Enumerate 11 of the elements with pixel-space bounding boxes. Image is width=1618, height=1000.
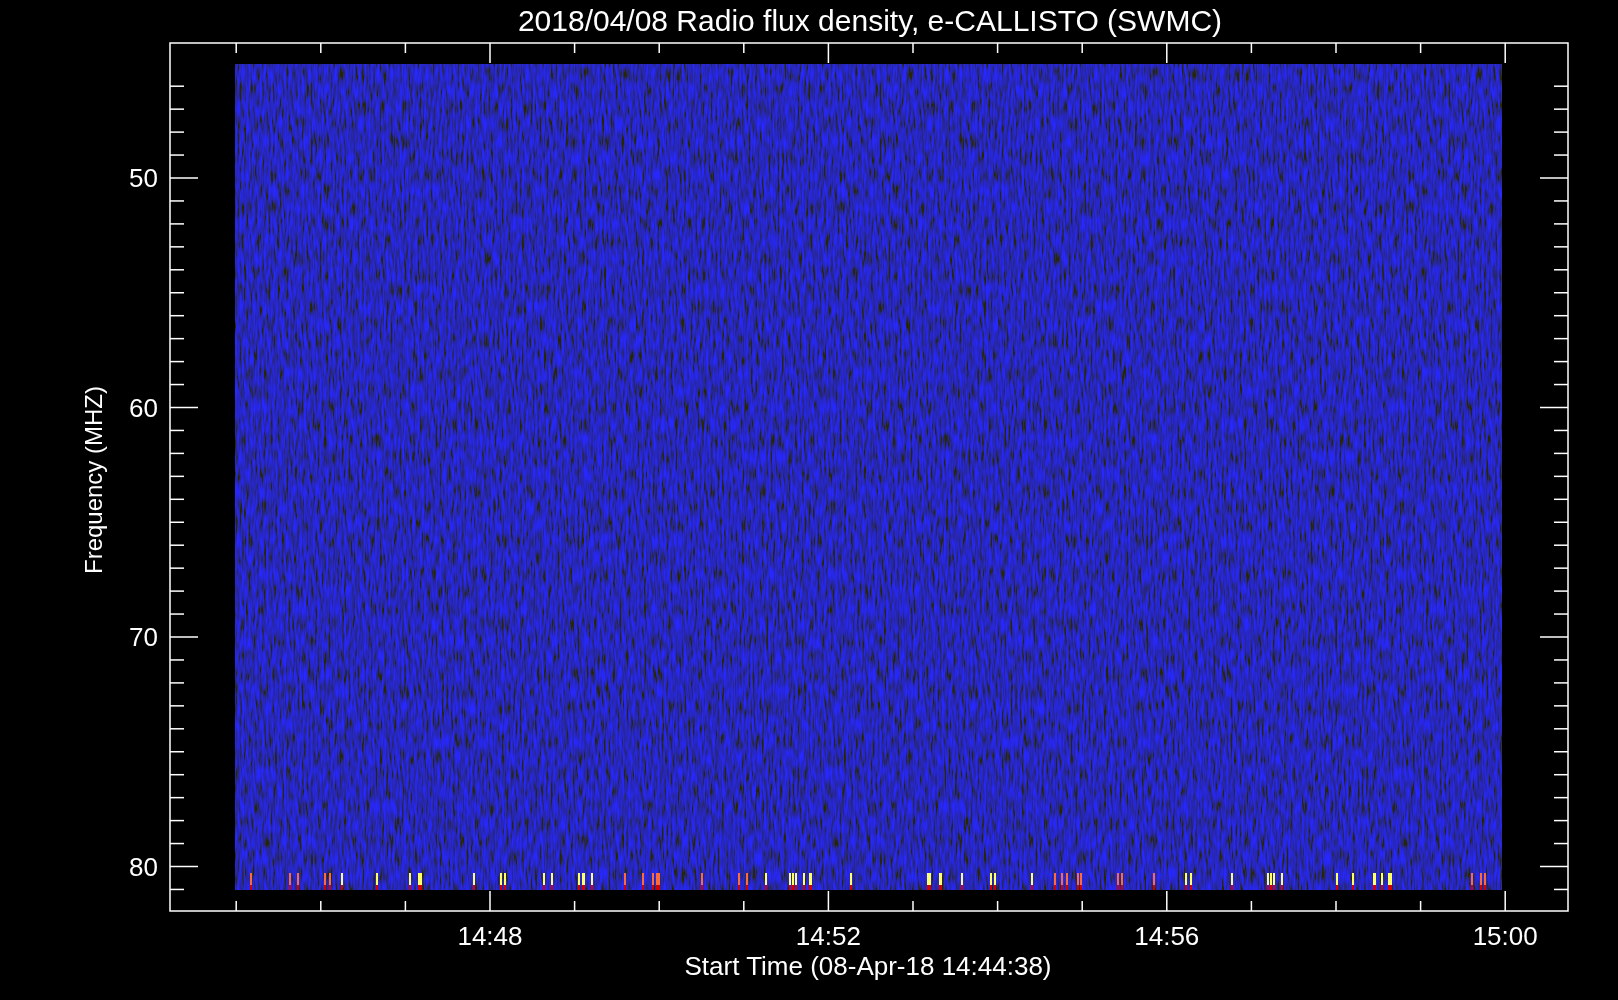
- y-tick-label: 70: [129, 622, 158, 652]
- y-tick-label: 80: [129, 851, 158, 882]
- x-tick-label: 14:48: [457, 921, 523, 951]
- x-tick-label: 14:52: [795, 921, 861, 951]
- x-axis-label: Start Time (08-Apr-18 14:44:38): [684, 951, 1052, 981]
- y-axis-label: Frequency (MHZ): [80, 386, 107, 574]
- y-tick-label: 60: [129, 392, 158, 423]
- x-tick-label: 14:56: [1134, 921, 1200, 951]
- chart-title: 2018/04/08 Radio flux density, e-CALLISTO (SWMC): [517, 4, 1223, 37]
- x-tick-label: 15:00: [1472, 921, 1538, 951]
- y-tick-label: 50: [129, 163, 158, 193]
